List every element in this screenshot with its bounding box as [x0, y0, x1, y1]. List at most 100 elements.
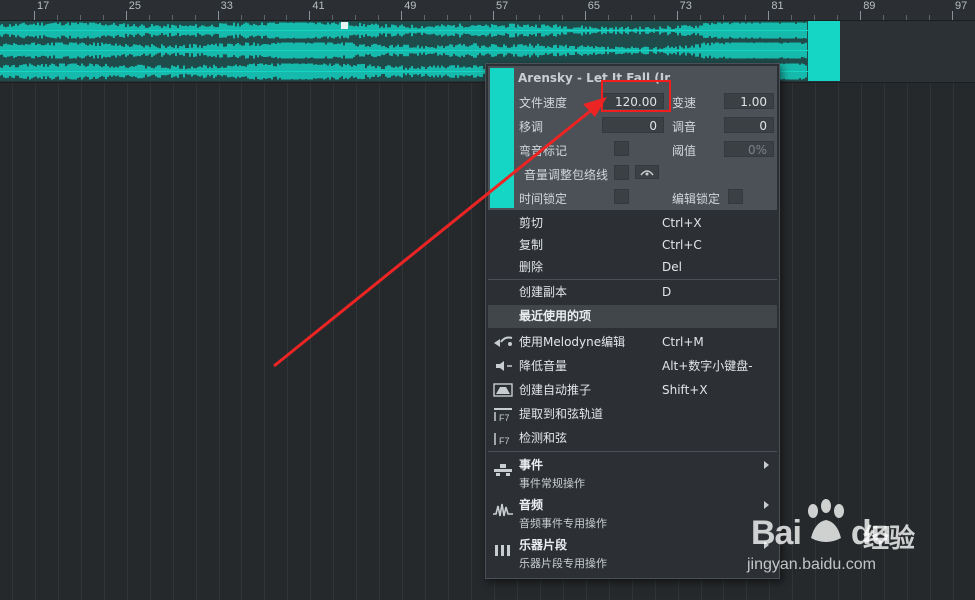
ruler-minor-tick	[355, 15, 357, 20]
submenu-title: 事件	[519, 458, 544, 472]
chord-extract-icon: F7	[494, 408, 512, 422]
menu-item-shortcut: Shift+X	[662, 383, 708, 397]
time-lock-label: 时间锁定	[519, 192, 568, 206]
time-lock-checkbox[interactable]	[614, 189, 629, 204]
ruler-minor-tick	[102, 15, 104, 20]
event-icon	[494, 464, 512, 476]
menu-item-label: 复制	[519, 238, 544, 252]
grid-line	[196, 21, 197, 600]
ruler-minor-tick	[79, 15, 81, 20]
envelope-curve-button[interactable]	[635, 165, 659, 179]
menu-item-automation[interactable]: 创建自动推子 Shift+X	[488, 378, 777, 402]
ruler-minor-tick	[263, 15, 265, 20]
grid-line	[471, 21, 472, 600]
watermark-text: 经验	[863, 524, 916, 554]
menu-item-shortcut: Del	[662, 260, 682, 274]
speed-field[interactable]: 1.00	[724, 93, 774, 109]
ruler-major-tick	[309, 11, 311, 20]
submenu-description: 乐器片段专用操作	[519, 557, 607, 570]
grid-line	[402, 21, 403, 600]
ruler-major-tick	[493, 11, 494, 20]
chord-detect-icon: F7	[494, 433, 510, 446]
ruler-major-tick	[584, 11, 586, 20]
speaker-icon	[496, 361, 512, 371]
ruler-minor-tick	[194, 15, 196, 20]
ruler-minor-tick	[630, 15, 632, 20]
ruler-minor-tick	[470, 15, 472, 20]
baidu-watermark: Bai du 经验 jingyan.baidu.com	[745, 498, 970, 578]
menu-item-label: 检测和弦	[519, 431, 568, 445]
ruler-minor-tick	[515, 15, 517, 20]
volume-envelope-checkbox[interactable]	[614, 165, 629, 180]
ruler-minor-tick	[424, 15, 426, 20]
ruler-minor-tick	[607, 15, 609, 20]
file-tempo-label: 文件速度	[519, 96, 568, 110]
ruler-bar-label: 17	[37, 0, 50, 12]
ruler-minor-tick	[883, 15, 885, 20]
transpose-field[interactable]: 0	[602, 117, 664, 133]
menu-separator	[488, 451, 777, 452]
audio-icon	[493, 503, 513, 517]
ruler-minor-tick	[906, 15, 908, 20]
submenu-audio[interactable]: 音频 音频事件专用操作	[488, 494, 777, 532]
bend-marker-checkbox[interactable]	[614, 141, 629, 156]
menu-item-lower-volume[interactable]: 降低音量 Alt+数字小键盘-	[488, 354, 777, 378]
threshold-label: 阈值	[672, 144, 697, 158]
menu-item-shortcut: Ctrl+X	[662, 216, 702, 230]
menu-item-label: 删除	[519, 260, 544, 274]
menu-item-shortcut: Ctrl+C	[662, 238, 702, 252]
menu-item-detect-chords[interactable]: F7 检测和弦	[488, 426, 777, 450]
waveform-channel	[0, 22, 840, 39]
grid-line	[81, 21, 82, 600]
annotation-highlight-box	[601, 80, 671, 112]
menu-item-cut[interactable]: 剪切 Ctrl+X	[488, 211, 777, 235]
clip-marker[interactable]	[341, 22, 348, 29]
submenu-instrument-part[interactable]: 乐器片段 乐器片段专用操作	[488, 534, 777, 572]
ruler-bar-label: 49	[404, 0, 417, 12]
grid-line	[241, 21, 242, 600]
menu-item-label: 创建副本	[519, 285, 568, 299]
ruler-major-tick	[952, 11, 953, 20]
grid-line	[448, 21, 449, 600]
menu-item-shortcut: Ctrl+M	[662, 335, 704, 349]
ruler-major-tick	[860, 11, 862, 20]
grid-line	[356, 21, 357, 600]
ruler-major-tick	[125, 11, 127, 20]
ruler-minor-tick	[332, 15, 334, 20]
menu-item-extract-chords[interactable]: F7 提取到和弦轨道	[488, 402, 777, 426]
grid-line	[219, 21, 220, 600]
menu-item-shortcut: D	[662, 285, 672, 299]
menu-item-copy[interactable]: 复制 Ctrl+C	[488, 233, 777, 257]
chevron-right-icon	[764, 461, 769, 469]
volume-envelope-label: 音量调整包络线	[524, 168, 609, 182]
ruler-minor-tick	[378, 15, 380, 20]
timeline-ruler[interactable]: 17 25 33 41 49 57 65 73 81 89 97	[0, 0, 975, 21]
ruler-bar-label: 89	[863, 0, 876, 12]
submenu-description: 事件常规操作	[519, 477, 585, 490]
menu-item-delete[interactable]: 删除 Del	[488, 255, 777, 279]
grid-line	[150, 21, 151, 600]
ruler-major-tick	[401, 11, 403, 20]
ruler-minor-tick	[56, 15, 58, 20]
edit-lock-checkbox[interactable]	[728, 189, 743, 204]
speed-label: 变速	[672, 96, 697, 110]
event-color-swatch[interactable]	[490, 68, 514, 208]
grid-line	[35, 21, 36, 600]
grid-line	[173, 21, 174, 600]
ruler-minor-tick	[929, 15, 931, 20]
ruler-minor-tick	[814, 15, 816, 20]
submenu-event[interactable]: 事件 事件常规操作	[488, 454, 777, 492]
menu-item-duplicate[interactable]: 创建副本 D	[488, 280, 777, 304]
menu-item-melodyne[interactable]: 使用Melodyne编辑 Ctrl+M	[488, 330, 777, 354]
threshold-field[interactable]: 0%	[724, 141, 774, 157]
ruler-minor-tick	[653, 15, 655, 20]
ruler-bar-label: 81	[771, 0, 784, 12]
ruler-major-tick	[34, 11, 35, 20]
grid-line	[287, 21, 288, 600]
context-menu: Arensky - Let It Fall (Ir 文件速度 120.00 变速…	[485, 63, 780, 579]
menu-item-label: 创建自动推子	[519, 383, 592, 397]
tune-field[interactable]: 0	[724, 117, 774, 133]
ruler-bar-label: 73	[679, 0, 692, 12]
ruler-bar-label: 33	[220, 0, 233, 12]
watermark-url: jingyan.baidu.com	[747, 556, 876, 573]
